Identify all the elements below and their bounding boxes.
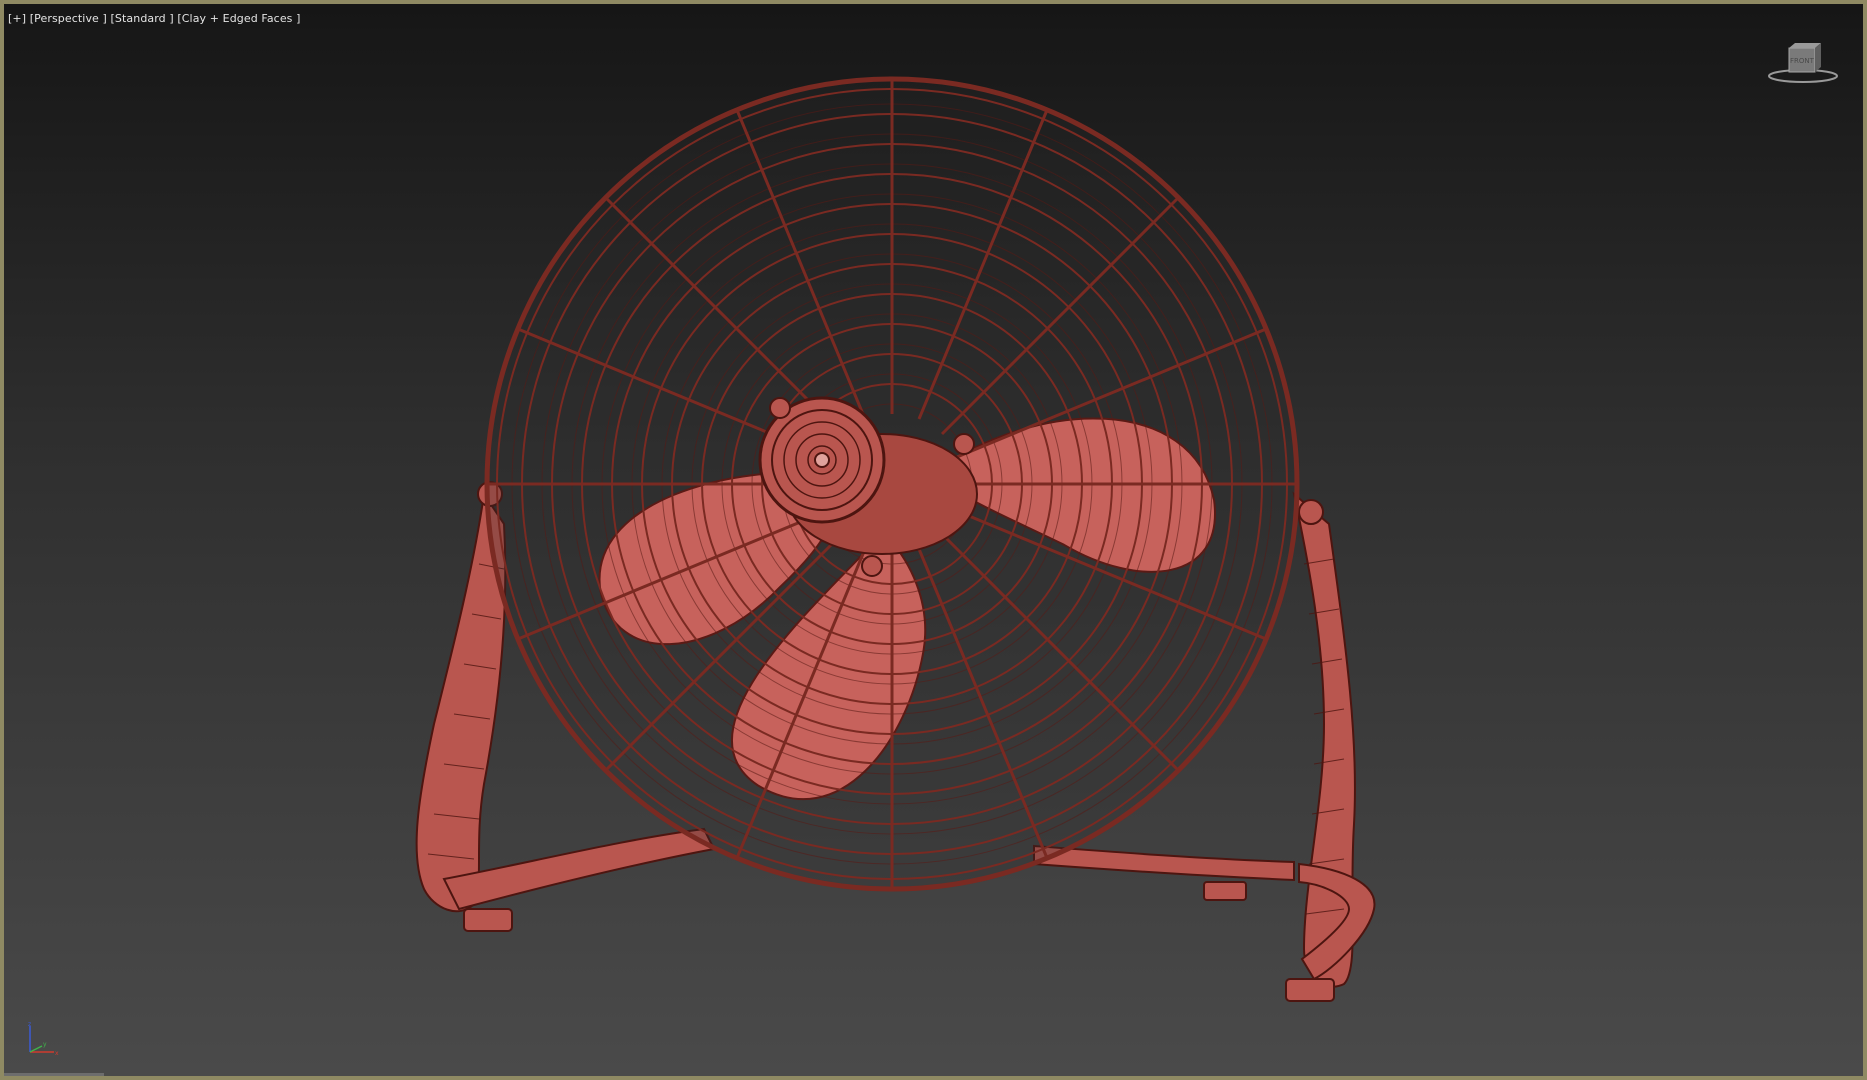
axis-x-label: x bbox=[55, 1050, 59, 1057]
axis-z-label: z bbox=[28, 1021, 31, 1028]
fan-model-render bbox=[415, 76, 1376, 1002]
axis-tripod-icon: z x y bbox=[28, 1021, 59, 1057]
time-slider-edge[interactable] bbox=[4, 1073, 104, 1076]
perspective-viewport[interactable]: [+] [Perspective ] [Standard ] [Clay + E… bbox=[0, 0, 1867, 1080]
axis-y-label: y bbox=[43, 1041, 47, 1048]
fan-head bbox=[484, 76, 1300, 892]
